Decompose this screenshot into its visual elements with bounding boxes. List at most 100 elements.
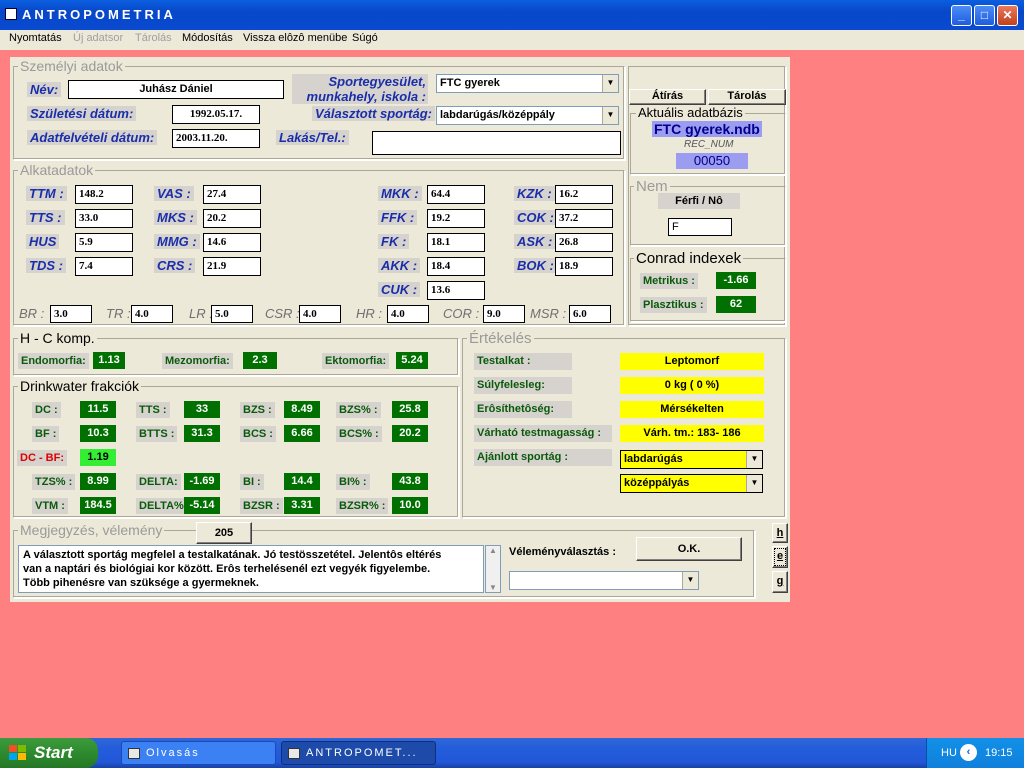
- eval-1-value: 0 kg ( 0 %): [620, 377, 764, 394]
- address-field[interactable]: [372, 131, 621, 155]
- sport-select[interactable]: labdarúgás/középpály ▼: [436, 106, 619, 125]
- mesomorphy-label: Mezomorfia:: [162, 353, 233, 369]
- ratio-1-field[interactable]: 4.0: [131, 305, 173, 323]
- personal-group-title: Személyi adatok: [18, 58, 125, 74]
- body-c2-1-field[interactable]: 20.2: [203, 209, 261, 228]
- dw-1-0-label: BF :: [32, 426, 60, 442]
- chevron-down-icon[interactable]: ▼: [602, 107, 618, 124]
- menu-tarolas[interactable]: Tárolás: [135, 32, 172, 44]
- ratio-4-field[interactable]: 4.0: [387, 305, 429, 323]
- ok-button[interactable]: O.K.: [636, 537, 742, 561]
- task-olvasas-label: Olvasás: [146, 747, 200, 759]
- menu-nyomtatas[interactable]: Nyomtatás: [9, 32, 62, 44]
- comment-line-2: van a naptári és biológiai kor között. E…: [23, 563, 431, 575]
- dw-2-0-value: 1.19: [80, 449, 116, 466]
- recommended-position-select[interactable]: középpályás ▼: [620, 474, 763, 493]
- recommended-sport-select[interactable]: labdarúgás ▼: [620, 450, 763, 469]
- taskbar: Start Olvasás ANTROPOMET... HU ‹ 19:15: [0, 738, 1024, 768]
- e-button[interactable]: e: [772, 546, 788, 568]
- task-antropometria-label: ANTROPOMET...: [306, 747, 418, 759]
- dw-0-0-value: 11.5: [80, 401, 116, 418]
- drinkwater-title: Drinkwater frakciók: [18, 378, 142, 394]
- task-antropometria[interactable]: ANTROPOMET...: [281, 741, 436, 765]
- name-label: Név:: [27, 82, 62, 97]
- app-icon: [5, 8, 17, 20]
- menu-bar: Nyomtatás Új adatsor Tárolás Módosítás V…: [0, 30, 1024, 50]
- body-c1-0-label: TTM :: [26, 186, 67, 201]
- record-date-label: Adatfelvételi dátum:: [27, 130, 158, 145]
- window-title-bar[interactable]: ANTROPOMETRIA _ □ ✕: [0, 0, 1024, 30]
- maximize-button[interactable]: □: [974, 5, 995, 26]
- body-c1-2-field[interactable]: 5.9: [75, 233, 133, 252]
- body-c3-0-field[interactable]: 64.4: [427, 185, 485, 204]
- body-c1-1-field[interactable]: 33.0: [75, 209, 133, 228]
- start-button[interactable]: Start: [0, 738, 98, 768]
- body-c1-1-label: TTS :: [26, 210, 65, 225]
- body-c4-0-field[interactable]: 16.2: [555, 185, 613, 204]
- body-c3-1-field[interactable]: 19.2: [427, 209, 485, 228]
- scroll-down-icon[interactable]: ▼: [486, 583, 500, 592]
- ratio-6-field[interactable]: 6.0: [569, 305, 611, 323]
- club-select[interactable]: FTC gyerek ▼: [436, 74, 619, 93]
- h-button[interactable]: h: [772, 523, 788, 543]
- window-title: ANTROPOMETRIA: [22, 7, 176, 22]
- atiras-button[interactable]: Átírás: [629, 89, 706, 105]
- body-c4-3-field[interactable]: 18.9: [555, 257, 613, 276]
- chevron-down-icon[interactable]: ▼: [682, 572, 698, 589]
- dw-0-3-value: 25.8: [392, 401, 428, 418]
- rec-num-value: 00050: [676, 153, 748, 169]
- dw-1-2-label: BCS :: [240, 426, 276, 442]
- body-c4-3-label: BOK :: [514, 258, 557, 273]
- g-button[interactable]: g: [772, 571, 788, 593]
- body-c2-0-field[interactable]: 27.4: [203, 185, 261, 204]
- comment-count: 205: [196, 522, 252, 544]
- scroll-up-icon[interactable]: ▲: [486, 546, 500, 555]
- ratio-0-field[interactable]: 3.0: [50, 305, 92, 323]
- menu-modositas[interactable]: Módosítás: [182, 32, 233, 44]
- dw-4-0-label: VTM :: [32, 498, 68, 514]
- ratio-2-field[interactable]: 5.0: [211, 305, 253, 323]
- ratio-5-field[interactable]: 9.0: [483, 305, 525, 323]
- dw-1-3-value: 20.2: [392, 425, 428, 442]
- endomorphy-value: 1.13: [93, 352, 125, 369]
- menu-sugo[interactable]: Súgó: [352, 32, 378, 44]
- ratio-4-label: HR :: [356, 306, 382, 321]
- body-c4-1-field[interactable]: 37.2: [555, 209, 613, 228]
- menu-uj-adatsor[interactable]: Új adatsor: [73, 32, 123, 44]
- close-icon: ✕: [1002, 8, 1013, 22]
- body-c3-2-field[interactable]: 18.1: [427, 233, 485, 252]
- name-field[interactable]: Juhász Dániel: [68, 80, 284, 99]
- body-c2-3-field[interactable]: 21.9: [203, 257, 261, 276]
- body-c1-0-field[interactable]: 148.2: [75, 185, 133, 204]
- body-c3-3-field[interactable]: 18.4: [427, 257, 485, 276]
- comment-scrollbar[interactable]: ▲ ▼: [485, 545, 501, 593]
- menu-vissza[interactable]: Vissza elôzô menübe: [243, 32, 347, 44]
- choice-label: Véleményválasztás :: [509, 546, 617, 558]
- gender-field[interactable]: F: [668, 218, 732, 236]
- dw-4-3-value: 10.0: [392, 497, 428, 514]
- tarolas-button[interactable]: Tárolás: [708, 89, 786, 105]
- dw-4-2-value: 3.31: [284, 497, 320, 514]
- eval-1-label: Súlyfelesleg:: [474, 377, 572, 394]
- chevron-down-icon[interactable]: ▼: [602, 75, 618, 92]
- comment-textarea[interactable]: A választott sportág megfelel a testalka…: [18, 545, 484, 593]
- chevron-down-icon[interactable]: ▼: [746, 475, 762, 492]
- body-c2-2-field[interactable]: 14.6: [203, 233, 261, 252]
- dw-0-0-label: DC :: [32, 402, 61, 418]
- window-icon: [128, 748, 140, 759]
- dw-4-1-value: -5.14: [184, 497, 220, 514]
- chevron-left-icon[interactable]: ‹: [960, 744, 977, 761]
- body-c1-3-field[interactable]: 7.4: [75, 257, 133, 276]
- dw-1-1-label: BTTS :: [136, 426, 178, 442]
- birth-date-field[interactable]: 1992.05.17.: [172, 105, 260, 124]
- record-date-field[interactable]: 2003.11.20.: [172, 129, 260, 148]
- minimize-button[interactable]: _: [951, 5, 972, 26]
- language-indicator[interactable]: HU: [941, 747, 957, 759]
- task-olvasas[interactable]: Olvasás: [121, 741, 276, 765]
- body-c3-4-field[interactable]: 13.6: [427, 281, 485, 300]
- choice-select[interactable]: ▼: [509, 571, 699, 590]
- ratio-3-field[interactable]: 4.0: [299, 305, 341, 323]
- chevron-down-icon[interactable]: ▼: [746, 451, 762, 468]
- close-button[interactable]: ✕: [997, 5, 1018, 26]
- body-c4-2-field[interactable]: 26.8: [555, 233, 613, 252]
